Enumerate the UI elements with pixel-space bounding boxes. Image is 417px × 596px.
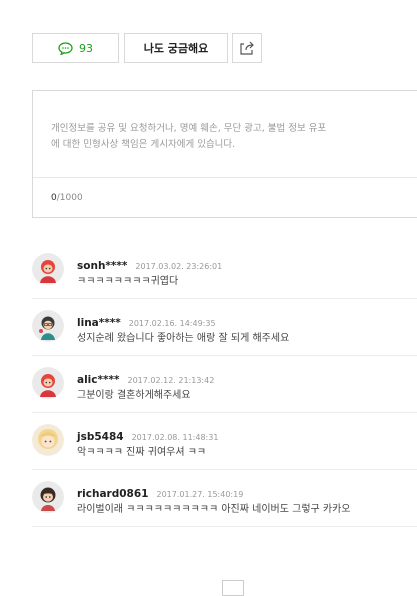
pagination-current-page[interactable] bbox=[222, 580, 244, 596]
comment-item: lina**** 2017.02.16. 14:49:35 성지순례 왔습니다 좋… bbox=[32, 299, 417, 356]
comment-count-button[interactable]: 93 bbox=[32, 33, 119, 63]
avatar[interactable] bbox=[32, 310, 64, 342]
character-counter: 0/1000 bbox=[51, 193, 83, 203]
editor-divider bbox=[33, 177, 417, 178]
teal-character-icon bbox=[32, 310, 64, 342]
comment-text: 악ㅋㅋㅋㅋ 진짜 귀여우셔 ㅋㅋ bbox=[77, 447, 207, 458]
comment-author[interactable]: lina**** bbox=[77, 317, 121, 329]
comment-date: 2017.01.27. 15:40:19 bbox=[156, 490, 244, 499]
comment-meta: lina**** 2017.02.16. 14:49:35 bbox=[77, 311, 216, 330]
comment-item: richard0861 2017.01.27. 15:40:19 라이벌이래 ㅋㅋ… bbox=[32, 470, 417, 527]
comment-item: sonh**** 2017.03.02. 23:26:01 ㅋㅋㅋㅋㅋㅋㅋㅋ귀엽다 bbox=[32, 242, 417, 299]
comment-item: jsb5484 2017.02.08. 11:48:31 악ㅋㅋㅋㅋ 진짜 귀여우… bbox=[32, 413, 417, 470]
comment-list: sonh**** 2017.03.02. 23:26:01 ㅋㅋㅋㅋㅋㅋㅋㅋ귀엽다… bbox=[32, 242, 417, 527]
avatar[interactable] bbox=[32, 424, 64, 456]
comment-text: 성지순례 왔습니다 좋아하는 애랑 잘 되게 해주세요 bbox=[77, 333, 290, 344]
comment-meta: sonh**** 2017.03.02. 23:26:01 bbox=[77, 254, 222, 273]
comment-date: 2017.02.12. 21:13:42 bbox=[127, 376, 215, 385]
red-character-icon bbox=[32, 367, 64, 399]
comment-text: 그분이랑 결혼하게해주세요 bbox=[77, 390, 191, 401]
comment-author[interactable]: sonh**** bbox=[77, 260, 127, 272]
comment-count: 93 bbox=[79, 41, 93, 55]
comment-meta: alic**** 2017.02.12. 21:13:42 bbox=[77, 368, 214, 387]
comment-placeholder: 개인정보를 공유 및 요청하거나, 명예 훼손, 무단 광고, 불법 정보 유포… bbox=[51, 123, 327, 150]
avatar[interactable] bbox=[32, 481, 64, 513]
avatar[interactable] bbox=[32, 367, 64, 399]
comment-text: 라이벌이래 ㅋㅋㅋㅋㅋㅋㅋㅋㅋㅋ 아진짜 네이버도 그렇구 카카오 bbox=[77, 504, 351, 515]
me-too-curious-button[interactable]: 나도 궁금해요 bbox=[124, 33, 228, 63]
comment-author[interactable]: alic**** bbox=[77, 374, 119, 386]
speech-bubble-icon bbox=[58, 41, 73, 55]
share-icon bbox=[240, 41, 254, 55]
comment-author[interactable]: richard0861 bbox=[77, 488, 148, 500]
dark-hair-character-icon bbox=[32, 481, 64, 513]
me-too-curious-label: 나도 궁금해요 bbox=[143, 42, 209, 55]
comment-item: alic**** 2017.02.12. 21:13:42 그분이랑 결혼하게해주… bbox=[32, 356, 417, 413]
comment-text: ㅋㅋㅋㅋㅋㅋㅋㅋ귀엽다 bbox=[77, 276, 179, 287]
blonde-character-icon bbox=[32, 424, 64, 456]
share-button[interactable] bbox=[232, 33, 262, 63]
comment-date: 2017.02.08. 11:48:31 bbox=[131, 433, 219, 442]
comment-author[interactable]: jsb5484 bbox=[77, 431, 124, 443]
comment-editor[interactable]: 개인정보를 공유 및 요청하거나, 명예 훼손, 무단 광고, 불법 정보 유포… bbox=[32, 90, 417, 218]
comment-date: 2017.02.16. 14:49:35 bbox=[128, 319, 216, 328]
comment-date: 2017.03.02. 23:26:01 bbox=[135, 262, 223, 271]
red-character-icon bbox=[32, 253, 64, 285]
avatar[interactable] bbox=[32, 253, 64, 285]
comment-meta: richard0861 2017.01.27. 15:40:19 bbox=[77, 482, 243, 501]
comment-meta: jsb5484 2017.02.08. 11:48:31 bbox=[77, 425, 218, 444]
